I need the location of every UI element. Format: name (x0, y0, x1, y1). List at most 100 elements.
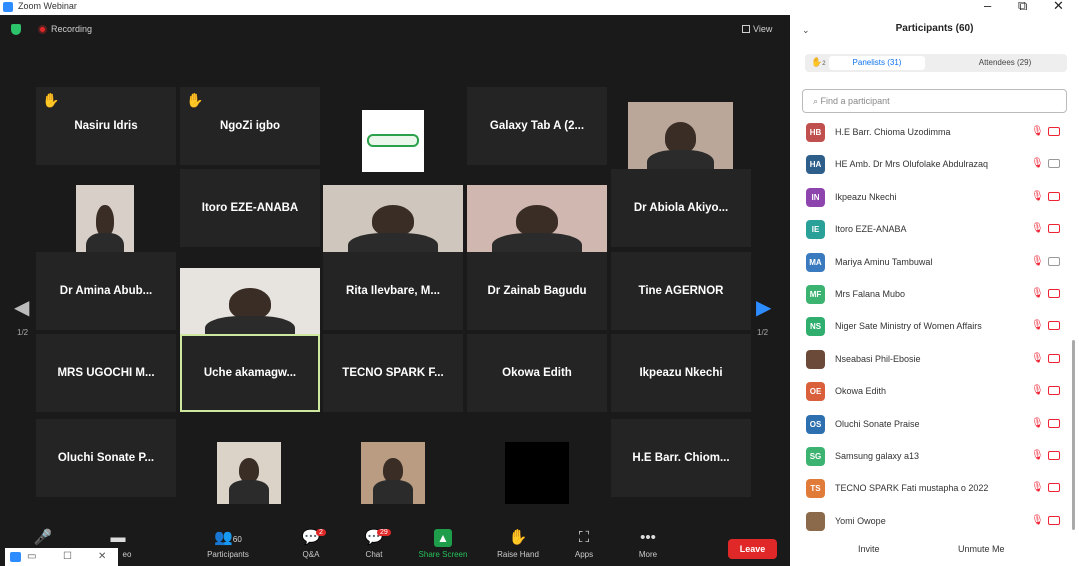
shield-icon[interactable] (11, 24, 21, 35)
participant-row[interactable]: NS Niger Sate Ministry of Women Affairs 🎙 (790, 311, 1070, 343)
participant-row[interactable]: HB H.E Barr. Chioma Uzodimma 🎙 (790, 117, 1070, 149)
mic-muted-icon[interactable]: 🎙 (1031, 191, 1044, 202)
video-tile[interactable]: Dr Abiola Akiyo... (611, 169, 751, 247)
camera-icon[interactable] (1048, 256, 1060, 266)
camera-off-icon[interactable] (1048, 321, 1060, 331)
search-input[interactable]: ⌕ Find a participant (802, 89, 1067, 113)
mic-muted-icon[interactable]: 🎙 (1031, 450, 1044, 461)
participant-name: Okowa Edith (835, 386, 887, 397)
video-tile[interactable]: MRS UGOCHI M... (36, 334, 176, 412)
mic-muted-icon[interactable]: 🎙 (1031, 126, 1044, 137)
person-silhouette (372, 204, 414, 236)
more-label: More (638, 550, 658, 559)
camera-off-icon[interactable] (1048, 483, 1060, 493)
camera-off-icon[interactable] (1048, 289, 1060, 298)
tab-panelists[interactable]: Panelists (31) (829, 56, 925, 70)
video-tile[interactable] (361, 442, 425, 504)
share-screen-button[interactable]: ▲ Share Screen (413, 529, 473, 559)
video-tile[interactable]: H.E Barr. Chiom... (611, 419, 751, 497)
participant-row[interactable]: HA HE Amb. Dr Mrs Olufolake Abdulrazaq 🎙 (790, 149, 1070, 181)
video-tile[interactable]: Uche akamagw... (180, 334, 320, 412)
participant-row[interactable]: IN Ikpeazu Nkechi 🎙 (790, 182, 1070, 214)
video-tile[interactable]: Ikpeazu Nkechi (611, 334, 751, 412)
participant-row[interactable]: SG Samsung galaxy a13 🎙 (790, 441, 1070, 473)
more-button[interactable]: ••• More (631, 529, 665, 559)
mic-muted-icon[interactable]: 🎙 (1031, 385, 1044, 396)
participant-row[interactable]: Yomi Owope 🎙 (790, 506, 1070, 538)
mic-muted-icon[interactable]: 🎙 (1031, 515, 1044, 526)
camera-off-icon[interactable] (1048, 515, 1060, 525)
camera-off-icon[interactable] (1048, 224, 1060, 234)
video-tile[interactable]: Tine AGERNOR (611, 252, 751, 330)
participant-row[interactable]: MA Mariya Aminu Tambuwal 🎙 (790, 247, 1070, 279)
camera-icon[interactable] (1048, 159, 1060, 169)
raise-hand-button[interactable]: ✋ Raise Hand (490, 529, 546, 559)
video-tile[interactable]: NgoZi igbo ✋ (180, 87, 320, 165)
mic-muted-icon[interactable]: 🎙 (1031, 223, 1044, 234)
participant-row[interactable]: Nseabasi Phil-Ebosie 🎙 (790, 344, 1070, 376)
mini-close-icon[interactable]: ✕ (98, 551, 106, 562)
meeting-toolbar: 🎤 ▬ eo 👥60 Participants 💬 2 Q&A 💬 29 Cha… (0, 525, 790, 566)
mic-muted-icon[interactable]: 🎙 (1031, 158, 1044, 169)
restore-icon[interactable]: ⧉ (1018, 0, 1027, 14)
video-tile[interactable]: Galaxy Tab A (2... (467, 87, 607, 165)
tile-name: Dr Abiola Akiyo... (633, 202, 729, 214)
mic-muted-icon[interactable]: 🎙 (1031, 353, 1044, 364)
camera-off-icon[interactable] (1048, 353, 1060, 363)
mini-split-icon[interactable]: ▭ (27, 551, 36, 562)
camera-off-icon[interactable] (1048, 127, 1060, 136)
person-silhouette (383, 457, 403, 483)
avatar: SG (806, 447, 825, 466)
tile-name: Rita Ilevbare, M... (346, 285, 440, 297)
camera-off-icon[interactable] (1048, 386, 1060, 396)
video-tile[interactable]: Dr Amina Abub... (36, 252, 176, 330)
scrollbar[interactable] (1072, 340, 1075, 530)
unmute-me-button[interactable]: Unmute Me (958, 544, 1005, 554)
qa-button[interactable]: 💬 2 Q&A (294, 529, 328, 559)
camera-off-icon[interactable] (1048, 191, 1060, 201)
apps-button[interactable]: ⛶ Apps (567, 529, 601, 559)
video-tile[interactable]: Oluchi Sonate P... (36, 419, 176, 497)
mic-muted-icon[interactable]: 🎙 (1031, 320, 1044, 331)
participant-row[interactable]: OS Oluchi Sonate Praise 🎙 (790, 409, 1070, 441)
mic-muted-icon[interactable]: 🎙 (1031, 288, 1044, 299)
mini-restore-icon[interactable]: ☐ (63, 551, 72, 562)
participant-name: Itoro EZE-ANABA (835, 224, 907, 235)
tab-attendees[interactable]: Attendees (29) (945, 56, 1065, 70)
next-page-icon[interactable]: ▶ (756, 295, 771, 320)
recording-label: Recording (51, 24, 93, 34)
person-silhouette (239, 457, 259, 483)
leave-button[interactable]: Leave (728, 539, 777, 559)
participant-row[interactable]: MF Mrs Falana Mubo 🎙 (790, 279, 1070, 311)
person-body (372, 480, 414, 504)
video-tile[interactable] (362, 110, 424, 172)
participant-row[interactable]: TS TECNO SPARK Fati mustapha o 2022 🎙 (790, 473, 1070, 505)
camera-off-icon[interactable] (1048, 451, 1060, 460)
video-tile[interactable]: Okowa Edith (467, 334, 607, 412)
video-tile[interactable] (217, 442, 281, 504)
participant-row[interactable]: IE Itoro EZE-ANABA 🎙 (790, 214, 1070, 246)
avatar: MA (806, 252, 825, 272)
camera-off-icon[interactable] (1048, 418, 1060, 428)
minimize-icon[interactable]: – (984, 0, 991, 13)
video-tile[interactable]: Rita Ilevbare, M... (323, 252, 463, 330)
video-tile[interactable]: Dr Zainab Bagudu (467, 252, 607, 330)
mic-muted-icon[interactable]: 🎙 (1031, 418, 1044, 429)
video-tile[interactable]: Itoro EZE-ANABA (180, 169, 320, 247)
video-tile[interactable]: TECNO SPARK F... (323, 334, 463, 412)
video-tile[interactable]: Nasiru Idris ✋ (36, 87, 176, 165)
tile-name: Galaxy Tab A (2... (489, 120, 585, 132)
participants-button[interactable]: 👥60 Participants (196, 529, 260, 559)
video-tile[interactable] (505, 442, 569, 504)
participant-name: Mrs Falana Mubo (835, 289, 906, 299)
mute-button[interactable]: 🎤 (28, 529, 58, 550)
mic-muted-icon[interactable]: 🎙 (1031, 256, 1044, 267)
participant-row[interactable]: OE Okowa Edith 🎙 (790, 376, 1070, 408)
invite-button[interactable]: Invite (858, 544, 880, 554)
close-icon[interactable]: ✕ (1053, 0, 1064, 14)
mic-muted-icon[interactable]: 🎙 (1031, 482, 1044, 493)
prev-page-icon[interactable]: ◀ (14, 295, 29, 320)
search-placeholder: Find a participant (820, 96, 890, 106)
view-button[interactable]: View (742, 24, 772, 34)
chat-button[interactable]: 💬 29 Chat (357, 529, 391, 559)
